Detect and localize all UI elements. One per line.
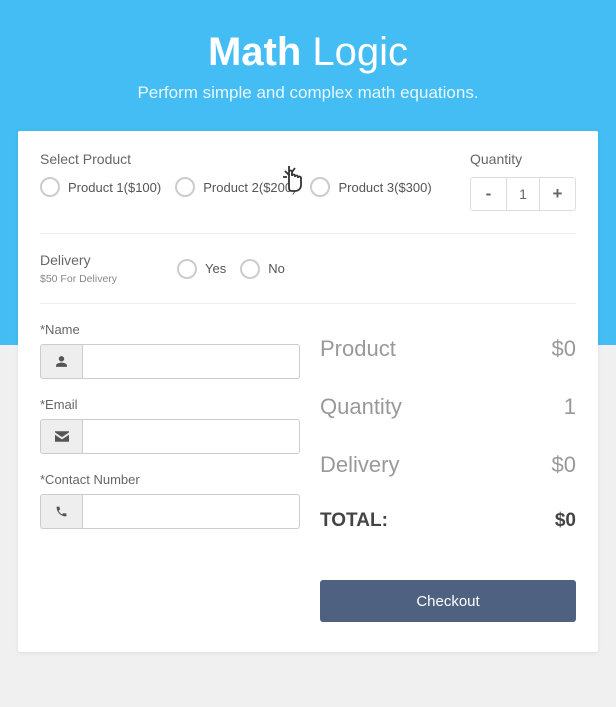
page-title: Math Logic (0, 30, 616, 75)
contact-label: *Contact Number (40, 472, 300, 487)
email-input[interactable] (82, 419, 300, 454)
quantity-plus-button[interactable]: + (539, 178, 575, 210)
summary-delivery-value: $0 (552, 452, 576, 478)
name-label: *Name (40, 322, 300, 337)
delivery-note: $50 For Delivery (40, 273, 117, 285)
page-subtitle: Perform simple and complex math equation… (0, 83, 616, 103)
quantity-label: Quantity (470, 151, 576, 167)
product-label: Select Product (40, 151, 432, 167)
summary-product-value: $0 (552, 336, 576, 362)
radio-product-2[interactable]: Product 2($200) (175, 177, 296, 197)
radio-product-1[interactable]: Product 1($100) (40, 177, 161, 197)
name-input[interactable] (82, 344, 300, 379)
contact-input[interactable] (82, 494, 300, 529)
radio-icon (175, 177, 195, 197)
summary-quantity-label: Quantity (320, 394, 402, 420)
radio-icon (240, 259, 260, 279)
radio-icon (40, 177, 60, 197)
radio-delivery-no[interactable]: No (240, 259, 285, 279)
radio-delivery-yes[interactable]: Yes (177, 259, 226, 279)
quantity-minus-button[interactable]: - (471, 178, 507, 210)
summary-delivery-label: Delivery (320, 452, 399, 478)
summary-total-value: $0 (555, 510, 576, 532)
radio-product-3[interactable]: Product 3($300) (310, 177, 431, 197)
delivery-label: Delivery (40, 252, 117, 268)
email-label: *Email (40, 397, 300, 412)
user-icon (40, 344, 82, 379)
quantity-value: 1 (507, 178, 539, 210)
checkout-button[interactable]: Checkout (320, 580, 576, 622)
envelope-icon (40, 419, 82, 454)
summary-product-label: Product (320, 336, 396, 362)
quantity-stepper: - 1 + (470, 177, 576, 211)
summary-quantity-value: 1 (564, 394, 576, 420)
radio-icon (177, 259, 197, 279)
summary-total-label: TOTAL: (320, 510, 388, 532)
phone-icon (40, 494, 82, 529)
radio-icon (310, 177, 330, 197)
